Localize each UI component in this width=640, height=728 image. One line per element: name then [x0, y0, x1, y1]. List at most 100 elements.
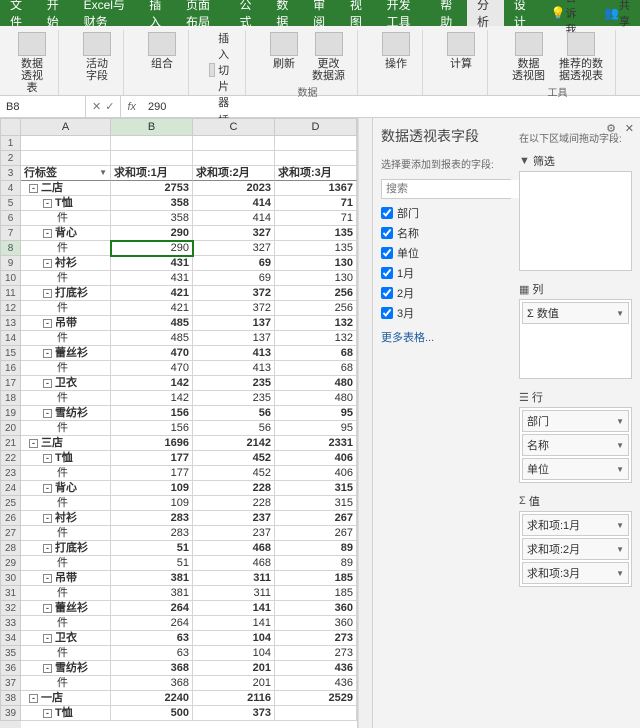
expand-toggle[interactable]: -	[43, 664, 52, 673]
expand-toggle[interactable]: -	[43, 319, 52, 328]
row-label[interactable]: -衬衫	[21, 511, 111, 526]
cell[interactable]: 311	[193, 571, 275, 586]
cell[interactable]: 372	[193, 301, 275, 316]
row-header[interactable]: 7	[0, 226, 21, 241]
cell[interactable]: 358	[111, 211, 193, 226]
cell[interactable]: 283	[111, 526, 193, 541]
gear-icon[interactable]: ⚙	[606, 122, 616, 135]
cell[interactable]: 436	[275, 661, 357, 676]
row-label[interactable]: 件	[21, 271, 111, 286]
row-header[interactable]: 22	[0, 451, 21, 466]
cell[interactable]: 109	[111, 481, 193, 496]
row-label[interactable]: -打底衫	[21, 541, 111, 556]
more-tables-link[interactable]: 更多表格...	[381, 329, 511, 345]
row-label[interactable]: 件	[21, 556, 111, 571]
pivot-header[interactable]: 求和项:3月	[275, 166, 357, 181]
cell[interactable]: 2023	[193, 181, 275, 196]
cell[interactable]: 414	[193, 196, 275, 211]
area-item[interactable]: 单位▼	[522, 458, 629, 480]
field-checkbox[interactable]: 部门	[381, 203, 511, 223]
tab-审阅[interactable]: 审阅	[303, 0, 340, 26]
cell[interactable]: 63	[111, 631, 193, 646]
cell[interactable]: 413	[193, 346, 275, 361]
tab-插入[interactable]: 插入	[139, 0, 176, 26]
pivot-table-button[interactable]: 数据透视表	[14, 30, 50, 96]
pivot-header[interactable]: 求和项:1月	[111, 166, 193, 181]
cell[interactable]: 480	[275, 376, 357, 391]
cell[interactable]: 372	[193, 286, 275, 301]
pivot-chart-button[interactable]: 数据 透视图	[508, 30, 549, 84]
area-item[interactable]: 求和项:2月▼	[522, 538, 629, 560]
row-header[interactable]: 37	[0, 676, 21, 691]
cell[interactable]: 431	[111, 271, 193, 286]
tab-开始[interactable]: 开始	[37, 0, 74, 26]
cell[interactable]: 95	[275, 406, 357, 421]
spreadsheet-grid[interactable]: 1234567891011121314151617181920212223242…	[0, 118, 358, 728]
row-header[interactable]: 24	[0, 481, 21, 496]
row-header[interactable]: 3	[0, 166, 21, 181]
row-label[interactable]: -T恤	[21, 451, 111, 466]
search-input[interactable]	[382, 180, 532, 198]
row-header[interactable]: 27	[0, 526, 21, 541]
row-label[interactable]: -卫衣	[21, 631, 111, 646]
cell[interactable]: 201	[193, 676, 275, 691]
cell[interactable]	[193, 151, 275, 166]
tab-Excel与财务[interactable]: Excel与财务	[74, 0, 140, 26]
cell[interactable]: 235	[193, 391, 275, 406]
cell[interactable]: 185	[275, 571, 357, 586]
cancel-icon[interactable]: ✕	[92, 100, 101, 113]
expand-toggle[interactable]: -	[43, 409, 52, 418]
cell[interactable]: 360	[275, 616, 357, 631]
cell[interactable]: 63	[111, 646, 193, 661]
show-button[interactable]: 显示	[636, 30, 640, 72]
row-header[interactable]: 25	[0, 496, 21, 511]
cell[interactable]: 228	[193, 496, 275, 511]
row-header[interactable]: 13	[0, 316, 21, 331]
row-label[interactable]: -吊带	[21, 316, 111, 331]
tab-设计[interactable]: 设计	[504, 0, 541, 26]
actions-button[interactable]: 操作	[378, 30, 414, 72]
row-label[interactable]: 件	[21, 331, 111, 346]
cell[interactable]: 68	[275, 346, 357, 361]
row-label[interactable]: 件	[21, 301, 111, 316]
cell[interactable]: 327	[193, 226, 275, 241]
expand-toggle[interactable]: -	[29, 439, 38, 448]
cell[interactable]: 177	[111, 466, 193, 481]
row-label[interactable]: 件	[21, 421, 111, 436]
row-label[interactable]: 件	[21, 676, 111, 691]
filter-area[interactable]	[519, 171, 632, 271]
cell[interactable]: 421	[111, 301, 193, 316]
cell[interactable]: 2142	[193, 436, 275, 451]
cell[interactable]: 283	[111, 511, 193, 526]
row-header[interactable]: 28	[0, 541, 21, 556]
cell[interactable]: 290	[111, 241, 193, 256]
row-header[interactable]: 30	[0, 571, 21, 586]
columns-area[interactable]: Σ 数值▼	[519, 299, 632, 379]
cell[interactable]: 137	[193, 331, 275, 346]
row-header[interactable]: 14	[0, 331, 21, 346]
field-checkbox[interactable]: 2月	[381, 283, 511, 303]
cell[interactable]: 56	[193, 406, 275, 421]
cell[interactable]: 267	[275, 526, 357, 541]
refresh-button[interactable]: 刷新	[266, 30, 302, 72]
expand-toggle[interactable]: -	[43, 259, 52, 268]
row-label[interactable]: -T恤	[21, 196, 111, 211]
cell[interactable]: 235	[193, 376, 275, 391]
row-header[interactable]: 18	[0, 391, 21, 406]
active-field-button[interactable]: 活动字段	[79, 30, 115, 84]
row-header[interactable]: 4	[0, 181, 21, 196]
expand-toggle[interactable]: -	[43, 289, 52, 298]
cell[interactable]: 104	[193, 631, 275, 646]
row-header[interactable]: 5	[0, 196, 21, 211]
cell[interactable]: 137	[193, 316, 275, 331]
expand-toggle[interactable]: -	[43, 634, 52, 643]
cell[interactable]: 315	[275, 496, 357, 511]
cell[interactable]: 177	[111, 451, 193, 466]
area-item[interactable]: 求和项:1月▼	[522, 514, 629, 536]
area-item[interactable]: 部门▼	[522, 410, 629, 432]
expand-toggle[interactable]: -	[29, 694, 38, 703]
cell[interactable]: 311	[193, 586, 275, 601]
row-label[interactable]: 件	[21, 586, 111, 601]
row-header[interactable]: 11	[0, 286, 21, 301]
row-header[interactable]: 6	[0, 211, 21, 226]
